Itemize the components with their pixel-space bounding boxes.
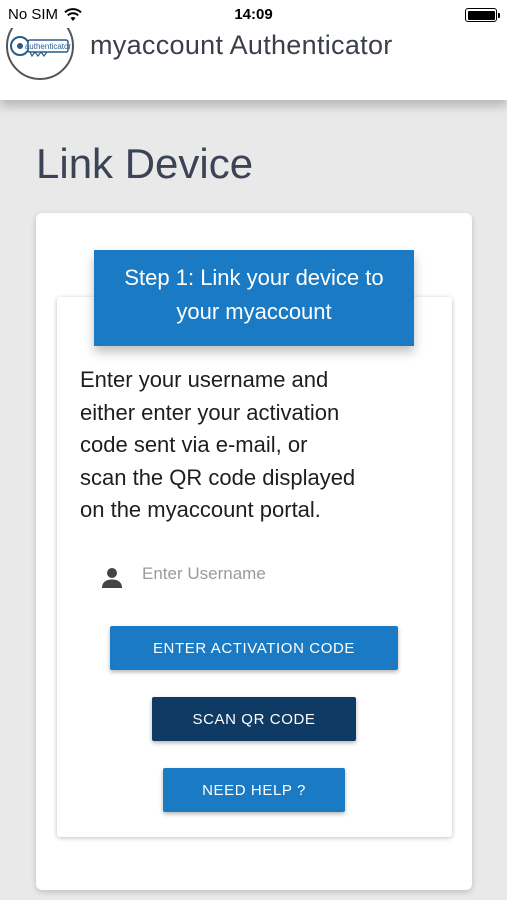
enter-activation-code-label: ENTER ACTIVATION CODE <box>152 639 356 657</box>
instruction-line: Enter your username and <box>80 367 329 392</box>
enter-activation-code-button[interactable]: ENTER ACTIVATION CODE <box>110 626 398 670</box>
page-title: Link Device <box>36 140 254 187</box>
person-icon <box>102 568 122 588</box>
app-title: myaccount Authenticator <box>90 30 393 60</box>
need-help-label: NEED HELP ? <box>202 781 306 799</box>
username-row <box>100 560 410 590</box>
instruction-line: either enter your activation <box>80 399 340 425</box>
instruction-line: code sent via e-mail, or <box>80 432 308 457</box>
app-header: No SIM 14:09 authenticator myaccount Aut… <box>0 0 507 100</box>
instruction-line: on the myaccount portal. <box>80 497 321 522</box>
step-line-2: your myaccount <box>176 299 332 324</box>
username-input[interactable] <box>142 560 402 588</box>
instruction-line: scan the QR code displayed <box>80 464 356 490</box>
scan-qr-code-button[interactable]: SCAN QR CODE <box>152 697 356 741</box>
clock: 14:09 <box>234 6 273 23</box>
need-help-button[interactable]: NEED HELP ? <box>163 768 345 812</box>
status-bar: No SIM 14:09 <box>0 0 507 28</box>
key-logo-icon: authenticator <box>10 36 72 58</box>
scan-qr-code-label: SCAN QR CODE <box>192 710 316 728</box>
instructions-text: Enter your username and either enter you… <box>80 364 410 527</box>
step-banner: Step 1: Link your device to your myaccou… <box>94 250 414 346</box>
step-line-1: Step 1: Link your device to <box>124 265 384 290</box>
battery-icon <box>465 8 500 22</box>
logo-text: authenticator <box>25 42 72 51</box>
